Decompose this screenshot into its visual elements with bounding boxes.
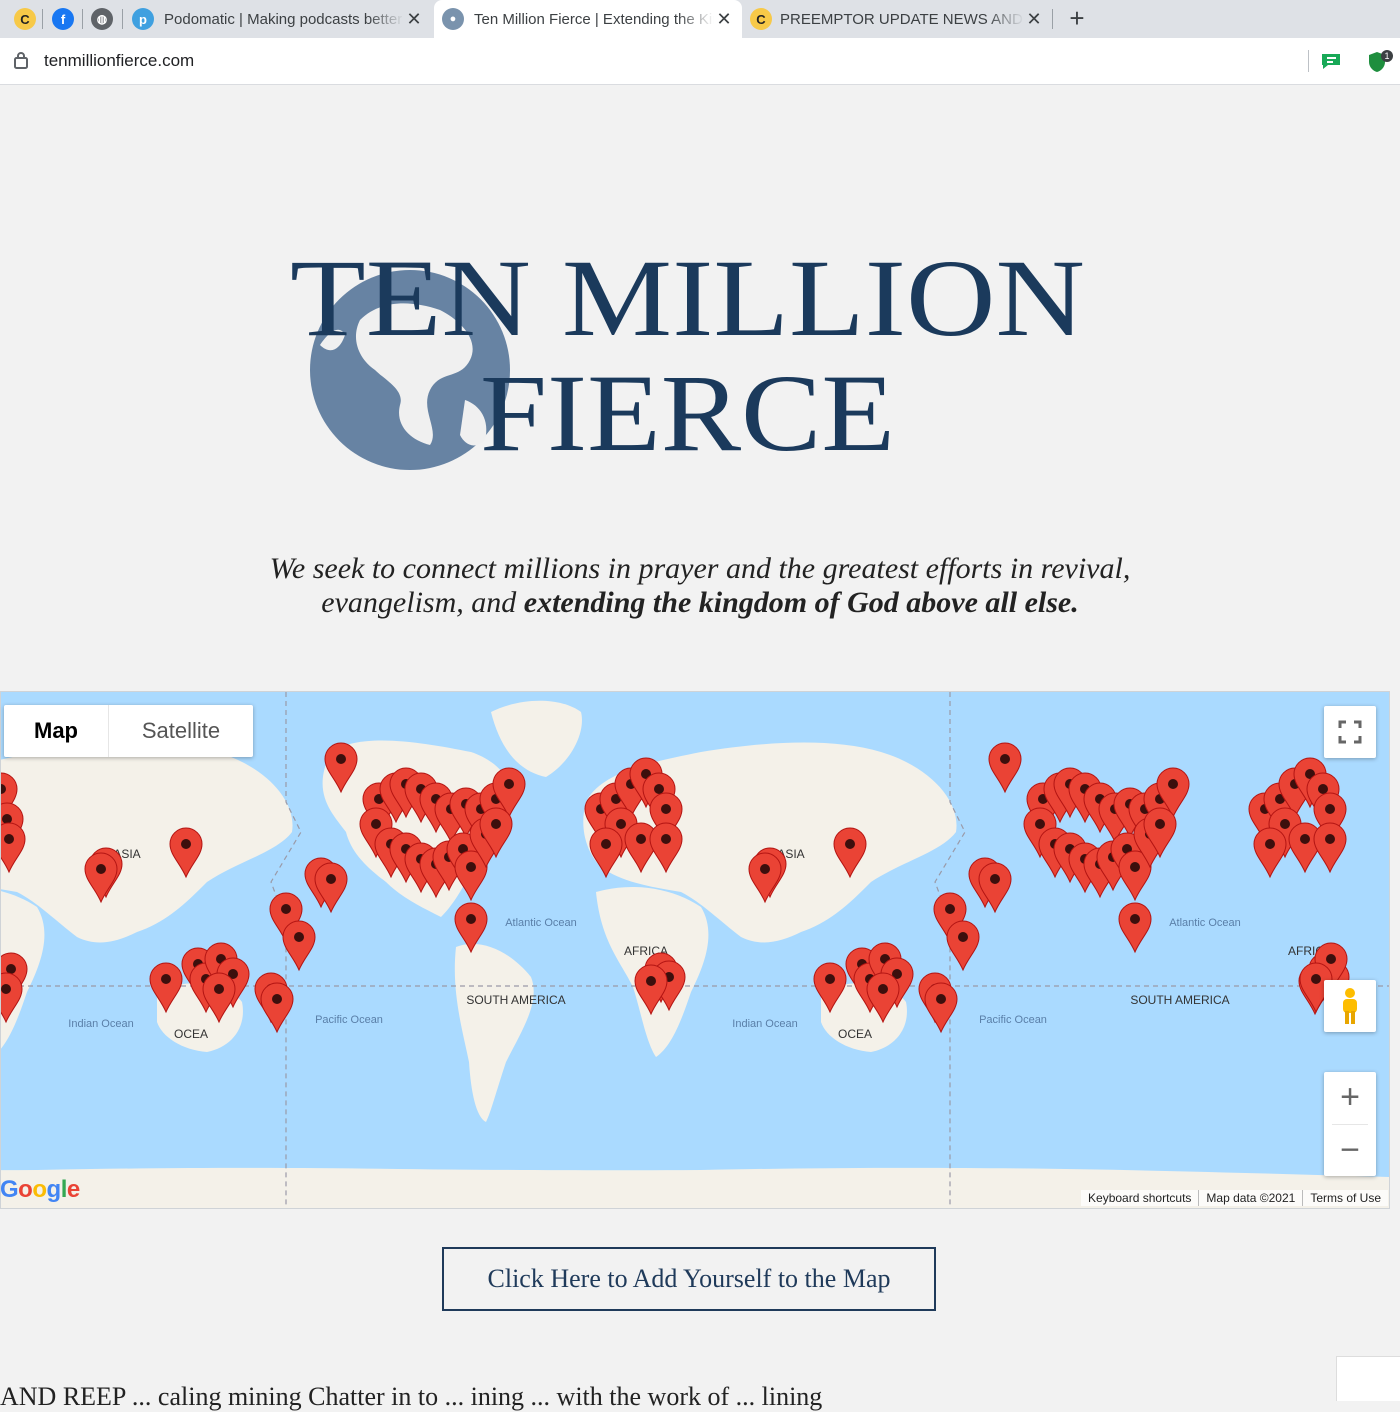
- map-label-oceania: OCEA: [838, 1027, 872, 1041]
- address-bar: tenmillionfierce.com 1: [0, 38, 1400, 85]
- preemptor-icon: C: [750, 8, 772, 30]
- add-yourself-button[interactable]: Click Here to Add Yourself to the Map: [442, 1247, 936, 1311]
- new-tab-plus-icon[interactable]: +: [1064, 4, 1090, 34]
- keyboard-shortcuts-link[interactable]: Keyboard shortcuts: [1081, 1190, 1198, 1206]
- close-tab-icon[interactable]: ✕: [714, 9, 734, 30]
- svg-text:1: 1: [1384, 51, 1389, 61]
- map-label-oceania: OCEA: [174, 1027, 208, 1041]
- tab-title: Podomatic | Making podcasts better: [164, 10, 403, 28]
- map-label-pacific: Pacific Ocean: [315, 1014, 383, 1026]
- podomatic-icon: p: [132, 8, 154, 30]
- tagline-part2: evangelism, and: [321, 586, 517, 619]
- globe-pinned-tab-icon[interactable]: ◍: [91, 8, 113, 30]
- partial-body-text: AND REEP ... caling mining Chatter in to…: [0, 1382, 823, 1411]
- map-label-pacific: Pacific Ocean: [979, 1014, 1047, 1026]
- toolbar-divider: [1308, 50, 1309, 72]
- zoom-control: + −: [1324, 1072, 1376, 1176]
- map-type-satellite-button[interactable]: Satellite: [108, 705, 253, 757]
- map-label-south-america: SOUTH AMERICA: [1130, 993, 1229, 1007]
- logo-line1: TEN MILLION: [290, 240, 1085, 359]
- map-label-indian: Indian Ocean: [732, 1018, 797, 1030]
- tagline-emphasis: extending the kingdom of God above all e…: [523, 586, 1079, 619]
- street-view-pegman-button[interactable]: [1324, 980, 1376, 1032]
- tab-divider: [42, 9, 43, 29]
- tab-podomatic[interactable]: p Podomatic | Making podcasts better ✕: [128, 0, 432, 38]
- lock-icon[interactable]: [14, 51, 28, 69]
- tagline-part1: We seek to connect millions in prayer an…: [269, 552, 1131, 585]
- map-attribution: Keyboard shortcuts Map data ©2021 Terms …: [1081, 1190, 1388, 1206]
- tab-divider: [122, 9, 123, 29]
- map-type-map-button[interactable]: Map: [4, 705, 108, 757]
- green-chat-extension-icon[interactable]: [1320, 51, 1342, 71]
- tab-title: PREEMPTOR UPDATE NEWS AND VIEWS: [780, 10, 1024, 28]
- tab-ten-million-fierce[interactable]: ● Ten Million Fierce | Extending the Kin…: [434, 0, 742, 38]
- fullscreen-icon: [1338, 720, 1362, 744]
- tab-preemptor[interactable]: C PREEMPTOR UPDATE NEWS AND VIEWS ✕: [744, 0, 1052, 38]
- preemptor-pinned-tab-icon[interactable]: C: [14, 8, 36, 30]
- tab-title: Ten Million Fierce | Extending the Kingd…: [474, 10, 714, 28]
- tab-divider: [82, 9, 83, 29]
- shield-extension-icon[interactable]: 1: [1366, 50, 1394, 74]
- globe-favicon-icon: ●: [442, 8, 464, 30]
- page-corner-widget: [1336, 1356, 1400, 1401]
- close-tab-icon[interactable]: ✕: [1024, 9, 1044, 30]
- logo-line2: FIERCE: [480, 352, 895, 470]
- zoom-in-button[interactable]: +: [1324, 1072, 1376, 1124]
- close-tab-icon[interactable]: ✕: [404, 9, 424, 30]
- map-label-atlantic: Atlantic Ocean: [505, 917, 577, 929]
- mission-tagline: We seek to connect millions in prayer an…: [150, 552, 1250, 620]
- map-label-atlantic: Atlantic Ocean: [1169, 917, 1241, 929]
- world-map[interactable]: ASIA ASIA AFRICA AFRICA SOUTH AMERICA SO…: [0, 691, 1390, 1209]
- landmass: [1, 1167, 727, 1208]
- zoom-out-button[interactable]: −: [1324, 1124, 1376, 1176]
- pegman-icon: [1343, 988, 1357, 1024]
- tab-strip: C f ◍ p Podomatic | Making podcasts bett…: [0, 0, 1400, 38]
- ten-million-fierce-logo[interactable]: TEN MILLION FIERCE: [290, 240, 1110, 470]
- map-type-control: Map Satellite: [4, 705, 253, 757]
- map-canvas[interactable]: ASIA ASIA AFRICA AFRICA SOUTH AMERICA SO…: [1, 692, 1390, 1209]
- url-text[interactable]: tenmillionfierce.com: [44, 51, 194, 71]
- fullscreen-button[interactable]: [1324, 706, 1376, 758]
- tab-divider: [1052, 9, 1053, 29]
- map-label-south-america: SOUTH AMERICA: [466, 993, 565, 1007]
- map-data-text: Map data ©2021: [1198, 1190, 1302, 1206]
- terms-of-use-link[interactable]: Terms of Use: [1302, 1190, 1388, 1206]
- map-label-indian: Indian Ocean: [68, 1018, 133, 1030]
- facebook-pinned-tab-icon[interactable]: f: [52, 8, 74, 30]
- google-logo[interactable]: Google: [0, 1176, 80, 1204]
